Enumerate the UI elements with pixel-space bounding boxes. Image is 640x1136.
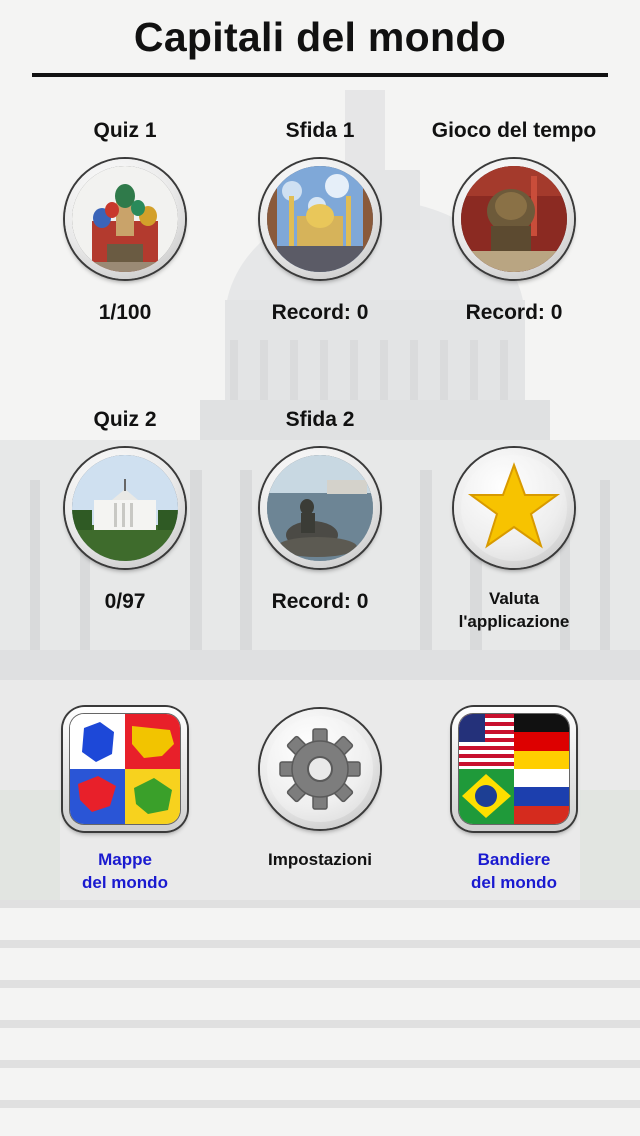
tile-gioco-del-tempo-label: Gioco del tempo (431, 119, 597, 142)
world-maps-icon (70, 714, 180, 824)
world-flags-label-line2[interactable]: del mondo (417, 871, 611, 894)
tile-world-maps[interactable]: Mappe del mondo (28, 705, 222, 905)
lion-statue-icon (461, 166, 567, 272)
white-house-icon (72, 455, 178, 561)
tile-sfida-1-label: Sfida 1 (285, 119, 355, 142)
tile-sfida-2[interactable]: Sfida 2 Record: 0 (223, 404, 417, 624)
world-flags-label-line1[interactable]: Bandiere (417, 848, 611, 871)
tile-quiz-2[interactable]: Quiz 2 0/97 (28, 404, 222, 624)
tile-quiz-2-progress: 0/97 (104, 590, 146, 613)
gear-icon (267, 716, 373, 822)
tile-gioco-del-tempo-record: Record: 0 (465, 301, 563, 324)
world-flags-button[interactable] (452, 707, 576, 831)
tile-sfida-1-record: Record: 0 (271, 301, 369, 324)
header: Capitali del mondo (0, 0, 640, 80)
sfida-1-button[interactable] (260, 159, 380, 279)
app-title: Capitali del mondo (133, 14, 507, 60)
tile-quiz-2-label: Quiz 2 (93, 408, 157, 431)
rate-app-button[interactable] (454, 448, 574, 568)
tile-quiz-1-progress: 1/100 (98, 301, 152, 324)
world-maps-label-line2[interactable]: del mondo (28, 871, 222, 894)
star-icon (461, 455, 567, 561)
tile-settings[interactable]: Impostazioni (223, 705, 417, 905)
quiz-1-button[interactable] (65, 159, 185, 279)
sfida-2-button[interactable] (260, 448, 380, 568)
rate-app-label-line1: Valuta (488, 589, 540, 608)
tile-rate-app[interactable]: Valuta l'applicazione (417, 404, 611, 634)
settings-button[interactable] (260, 709, 380, 829)
tile-quiz-1-label: Quiz 1 (93, 119, 157, 142)
settings-label: Impostazioni (268, 850, 372, 869)
gioco-del-tempo-button[interactable] (454, 159, 574, 279)
tile-quiz-1[interactable]: Quiz 1 1/100 (28, 115, 222, 335)
tile-sfida-1[interactable]: Sfida 1 Record: 0 (223, 115, 417, 335)
tile-world-flags[interactable]: Bandiere del mondo (417, 705, 611, 905)
tile-sfida-2-label: Sfida 2 (285, 408, 355, 431)
little-mermaid-icon (267, 455, 373, 561)
tile-gioco-del-tempo[interactable]: Gioco del tempo Record: 0 (417, 115, 611, 335)
quiz-2-button[interactable] (65, 448, 185, 568)
title-divider (32, 73, 608, 77)
mosque-icon (267, 166, 373, 272)
world-flags-icon (459, 714, 569, 824)
tile-sfida-2-record: Record: 0 (271, 590, 369, 613)
world-maps-button[interactable] (63, 707, 187, 831)
st-basils-cathedral-icon (72, 166, 178, 272)
world-maps-label-line1[interactable]: Mappe (28, 848, 222, 871)
rate-app-label-line2: l'applicazione (458, 612, 570, 631)
